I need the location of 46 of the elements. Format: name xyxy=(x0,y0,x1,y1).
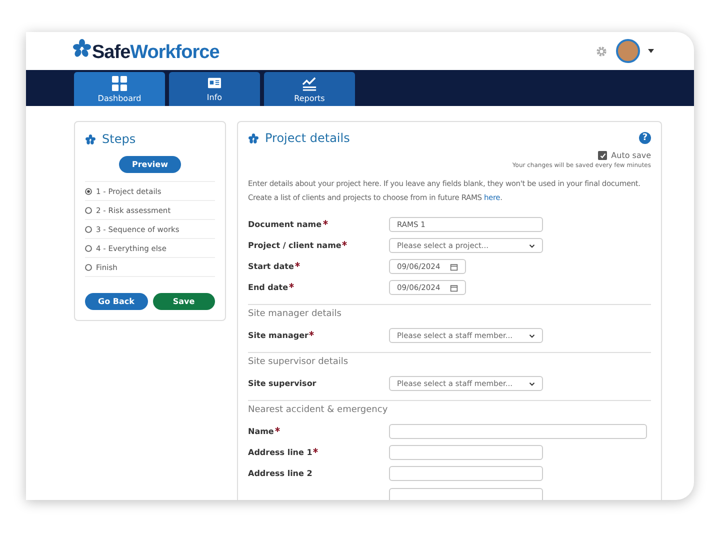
field-label: Document name xyxy=(248,220,322,229)
input-field[interactable] xyxy=(389,445,543,460)
checkbox[interactable] xyxy=(598,151,608,160)
panel-title: Project details xyxy=(265,131,350,145)
field-label: Address line 2 xyxy=(248,469,312,478)
id-card-icon xyxy=(207,76,222,90)
calendar-icon xyxy=(450,262,458,270)
field-label: Address line 1 xyxy=(248,448,312,457)
logo-text: SafeWorkforce xyxy=(92,42,220,64)
help-icon[interactable]: ? xyxy=(639,132,651,144)
checkbox-label: Auto save xyxy=(611,151,651,160)
flower-icon xyxy=(85,134,96,144)
radio-button[interactable] xyxy=(85,264,92,270)
radio-button[interactable] xyxy=(85,206,92,214)
field-label: Start date xyxy=(248,262,294,271)
input-field[interactable] xyxy=(389,424,647,439)
avatar[interactable] xyxy=(616,39,640,63)
panel-title: Steps xyxy=(102,132,136,146)
field-label: End date xyxy=(248,283,288,292)
preview-button[interactable]: Preview xyxy=(119,156,181,173)
chart-icon xyxy=(302,76,317,90)
nav-tab[interactable]: Reports xyxy=(264,72,355,106)
nav-tab[interactable]: Dashboard xyxy=(74,72,165,106)
radio-button[interactable] xyxy=(85,226,92,232)
caret-icon[interactable] xyxy=(648,49,654,53)
input-field[interactable] xyxy=(389,488,543,500)
input-field[interactable] xyxy=(389,466,543,481)
nav-tab[interactable]: Info xyxy=(169,72,260,106)
grid-icon xyxy=(112,76,127,90)
field-label: Project / client name xyxy=(248,241,342,250)
chevron-down-icon xyxy=(529,382,535,386)
field-label: Name xyxy=(248,427,274,436)
radio-button[interactable] xyxy=(85,244,92,252)
field-label: Site supervisor xyxy=(248,379,316,388)
action-button[interactable]: Go Back xyxy=(85,293,148,310)
flower-icon xyxy=(248,132,259,144)
chevron-down-icon xyxy=(529,244,535,248)
section-heading: Site manager details xyxy=(248,304,651,325)
flower-logo-icon xyxy=(72,38,92,58)
chevron-down-icon xyxy=(529,334,535,338)
field-label: Site manager xyxy=(248,331,308,340)
radio-button[interactable] xyxy=(85,188,92,194)
action-button[interactable]: Save xyxy=(152,293,215,310)
calendar-icon xyxy=(450,284,458,292)
section-heading: Site supervisor details xyxy=(248,352,651,373)
section-heading: Nearest accident & emergency xyxy=(248,400,651,421)
